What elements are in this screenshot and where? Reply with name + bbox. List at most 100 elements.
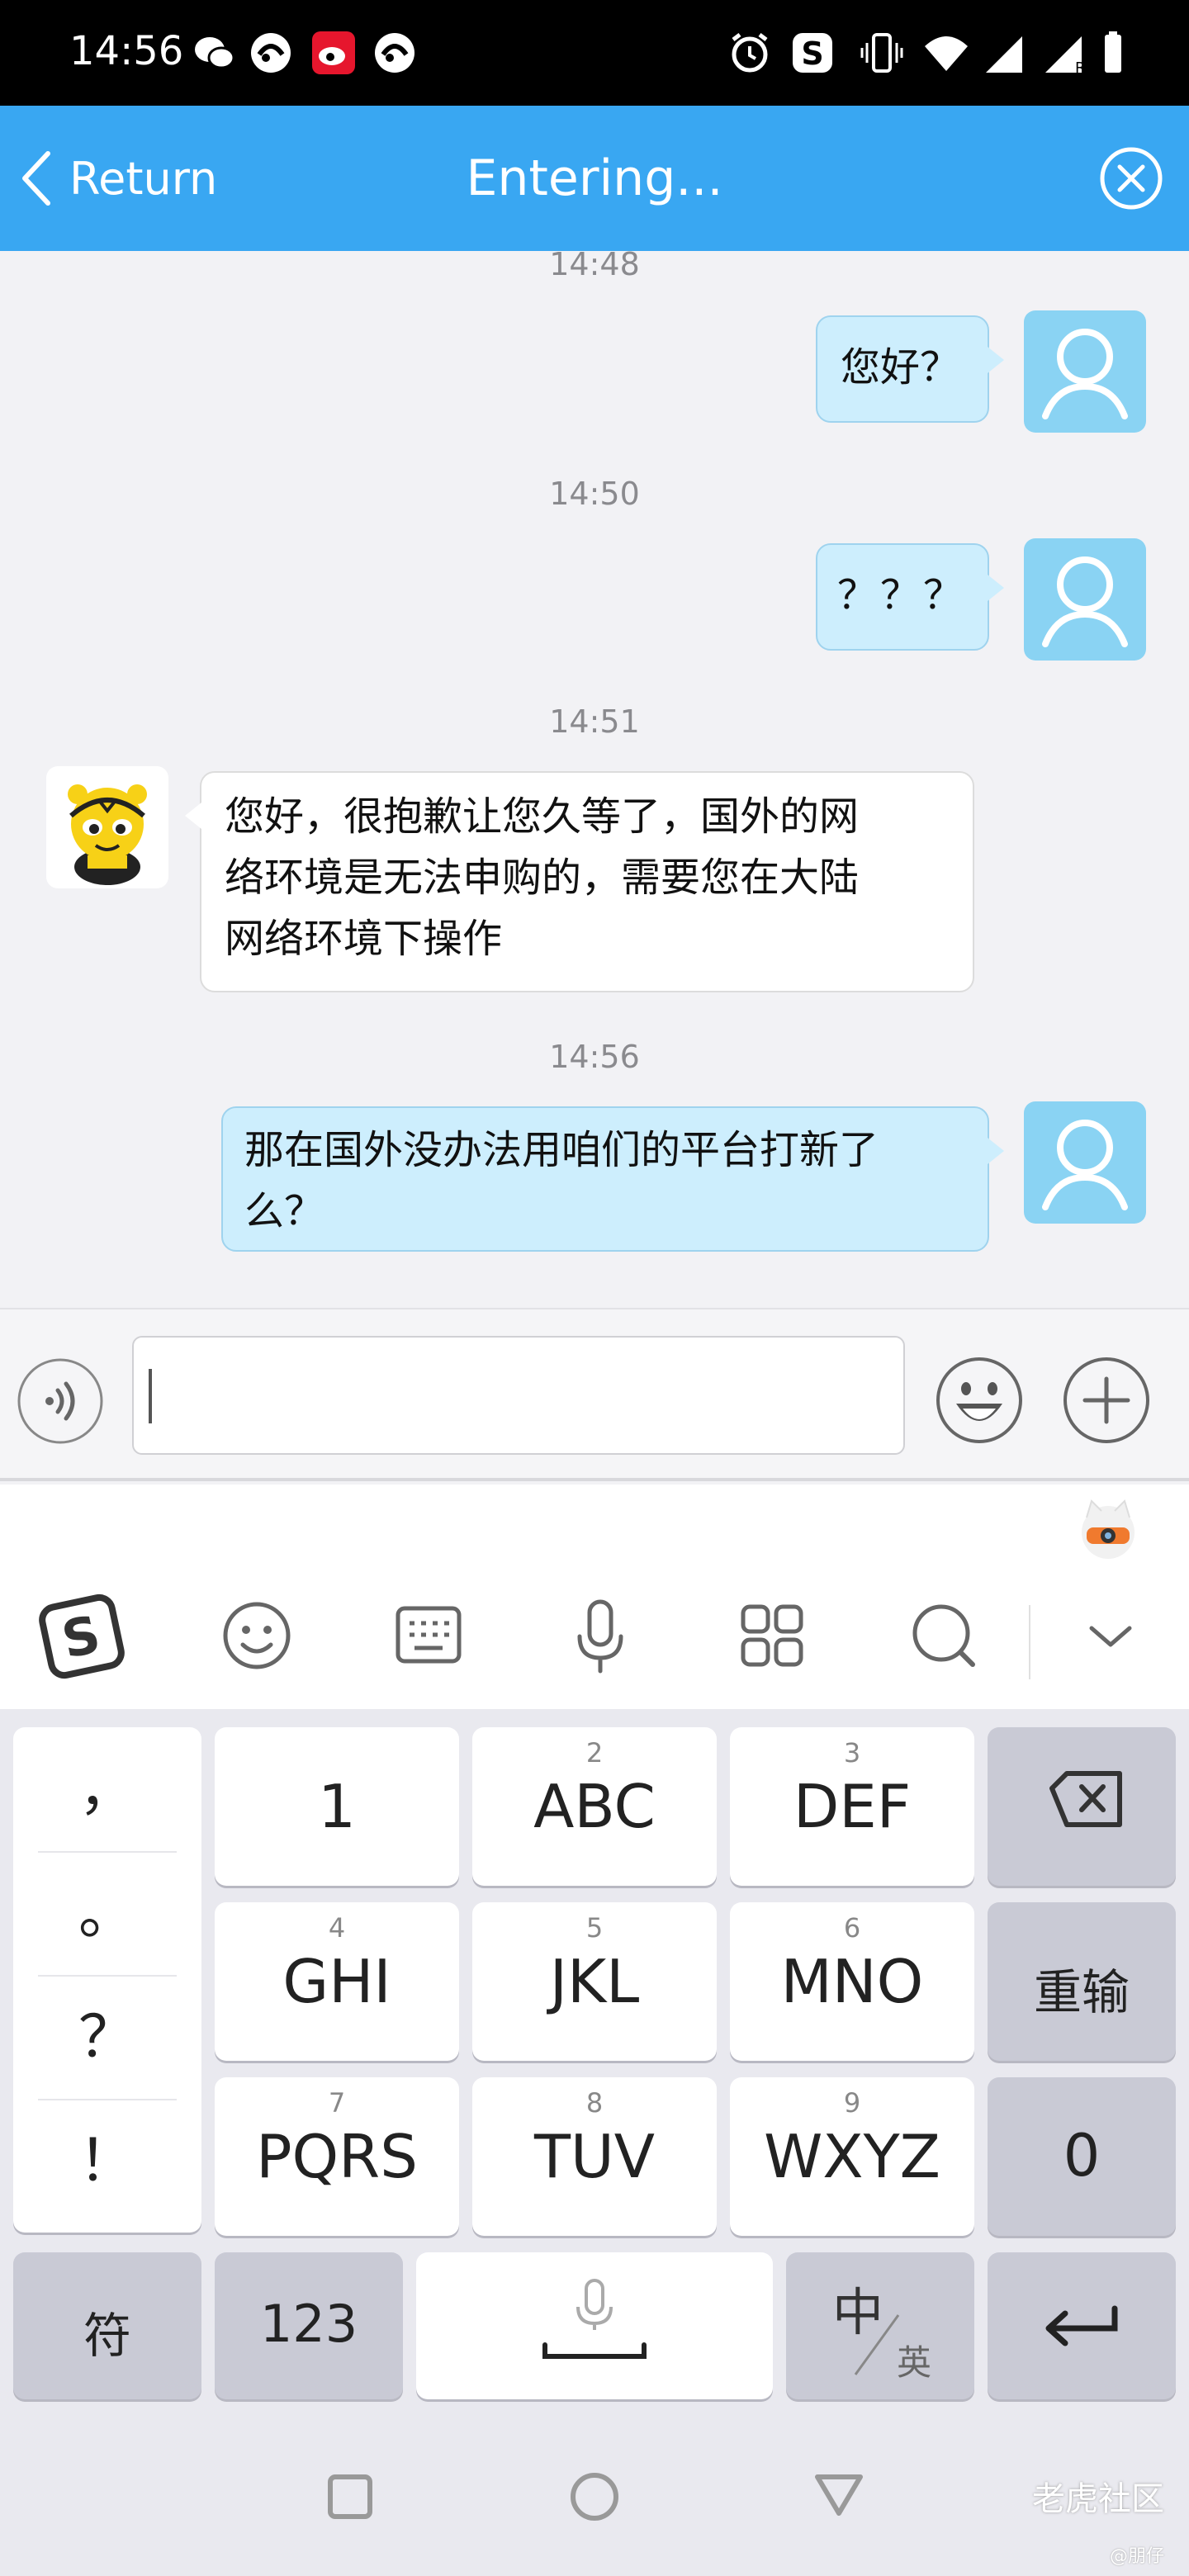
numbers-label: 123	[259, 2294, 358, 2354]
punct-key-period[interactable]: 。	[38, 1851, 177, 1975]
user-avatar-icon	[1042, 556, 1128, 647]
sogou-logo-icon[interactable]: S	[38, 1590, 129, 1681]
emoji-icon[interactable]	[935, 1356, 1024, 1445]
chevron-down-icon[interactable]	[1065, 1590, 1156, 1681]
t9-keyboard: ， 。 ？ ！ 1 2 ABC 3 DEF 4 GHI 5 JKL 6 MNO …	[0, 1709, 1189, 2417]
vibrate-icon	[860, 33, 903, 73]
key-sub-label: 8	[585, 2087, 604, 2119]
message-input-bar	[0, 1308, 1189, 1481]
chat-header: Return Entering...	[0, 106, 1189, 251]
message-timestamp: 14:51	[549, 703, 640, 740]
key-sub-label: 7	[328, 2087, 346, 2119]
weibo-icon	[312, 31, 355, 74]
message-text: 您好？	[841, 344, 960, 391]
key-main-label: WXYZ	[764, 2122, 940, 2191]
message-text-line: 网络环境下操作	[225, 916, 503, 962]
chevron-left-icon	[22, 151, 50, 206]
punct-key-question[interactable]: ？	[38, 1975, 177, 2099]
message-bubble-outgoing[interactable]: ？？？	[816, 543, 1004, 651]
key-main-label: DEF	[793, 1772, 912, 1841]
microphone-icon[interactable]	[555, 1590, 646, 1681]
app-notification-icon	[251, 33, 291, 73]
reinput-key[interactable]: 重输	[988, 1902, 1176, 2061]
app-notification-icon-2	[375, 33, 414, 73]
symbols-label: 符	[83, 2308, 131, 2364]
message-timestamp: 14:50	[549, 476, 640, 512]
home-icon[interactable]	[561, 2464, 628, 2530]
enter-icon	[1045, 2305, 1118, 2346]
ime-mascot-icon[interactable]	[1075, 1496, 1141, 1562]
backspace-icon	[1049, 1771, 1122, 1827]
sogou-status-icon: S	[793, 33, 832, 73]
key-3-def[interactable]: 3 DEF	[730, 1727, 974, 1886]
tiger-mascot-icon	[68, 784, 147, 885]
signal-icon	[986, 36, 1022, 73]
message-text-line: 络环境是无法申购的，需要您在大陆	[225, 855, 860, 901]
key-5-jkl[interactable]: 5 JKL	[472, 1902, 717, 2061]
message-bubble-outgoing[interactable]: 那在国外没办法用咱们的平台打新了 么？	[221, 1106, 1004, 1252]
agent-avatar[interactable]	[46, 766, 168, 888]
back-label: Return	[69, 152, 218, 205]
numbers-key[interactable]: 123	[215, 2252, 403, 2399]
wechat-icon	[195, 37, 235, 69]
key-sub-label: 5	[585, 1912, 604, 1944]
language-switch-key[interactable]: 中 英	[786, 2252, 974, 2399]
punct-key-comma[interactable]: ，	[38, 1727, 177, 1851]
backspace-key[interactable]	[988, 1727, 1176, 1886]
message-text-line: 那在国外没办法用咱们的平台打新了	[244, 1127, 879, 1173]
more-options-plus-icon[interactable]	[1062, 1356, 1151, 1445]
message-text: ？？？	[837, 572, 967, 618]
slash-divider	[854, 2314, 900, 2375]
message-bubble-outgoing[interactable]: 您好？	[816, 315, 1004, 423]
punct-key-exclamation[interactable]: ！	[38, 2099, 177, 2223]
key-0[interactable]: 0	[988, 2077, 1176, 2236]
key-2-abc[interactable]: 2 ABC	[472, 1727, 717, 1886]
user-avatar-icon	[1042, 1120, 1128, 1210]
app-grid-icon[interactable]	[727, 1590, 817, 1681]
key-sub-label: 3	[843, 1737, 861, 1769]
back-triangle-icon[interactable]	[806, 2464, 872, 2530]
message-timestamp: 14:48	[549, 251, 640, 282]
message-input[interactable]	[132, 1336, 905, 1455]
key-1[interactable]: 1	[215, 1727, 459, 1886]
user-avatar[interactable]	[1024, 1101, 1146, 1224]
key-main-label: JKL	[549, 1947, 640, 2016]
close-icon[interactable]	[1098, 145, 1164, 211]
reinput-label: 重输	[1033, 1964, 1130, 2020]
user-avatar[interactable]	[1024, 310, 1146, 433]
smiley-icon[interactable]	[211, 1590, 302, 1681]
svg-text:R: R	[1075, 59, 1086, 76]
key-main-label: GHI	[282, 1947, 391, 2016]
key-main-label: TUV	[534, 2122, 655, 2191]
watermark-sub: @朋仔	[1109, 2546, 1164, 2567]
key-sub-label: 9	[843, 2087, 861, 2119]
key-4-ghi[interactable]: 4 GHI	[215, 1902, 459, 2061]
wifi-icon	[925, 36, 968, 71]
key-sub-label: 4	[328, 1912, 346, 1944]
chat-area[interactable]: 14:48 您好？ 14:50 ？？？ 14:51 您好，很抱歉让您久等了，国外…	[0, 251, 1189, 1308]
message-text-line: 么？	[244, 1188, 324, 1234]
key-sub-label: 6	[843, 1912, 861, 1944]
key-6-mno[interactable]: 6 MNO	[730, 1902, 974, 2061]
space-key[interactable]	[416, 2252, 773, 2399]
status-bar: 14:56 S R	[0, 0, 1189, 106]
punctuation-column[interactable]: ， 。 ？ ！	[13, 1727, 201, 2233]
status-time: 14:56	[69, 28, 184, 74]
message-timestamp: 14:56	[549, 1039, 640, 1075]
user-avatar[interactable]	[1024, 538, 1146, 661]
recent-apps-icon[interactable]	[317, 2464, 383, 2530]
key-9-wxyz[interactable]: 9 WXYZ	[730, 2077, 974, 2236]
back-button[interactable]: Return	[17, 106, 217, 251]
system-navigation-bar: 老虎社区 @朋仔	[0, 2417, 1189, 2576]
ime-toolbar: S	[0, 1485, 1189, 1709]
svg-text:S: S	[801, 36, 823, 72]
key-7-pqrs[interactable]: 7 PQRS	[215, 2077, 459, 2236]
symbols-key[interactable]: 符	[13, 2252, 201, 2399]
voice-input-icon[interactable]	[17, 1357, 104, 1445]
message-bubble-incoming[interactable]: 您好，很抱歉让您久等了，国外的网 络环境是无法申购的，需要您在大陆 网络环境下操…	[185, 771, 974, 992]
message-text-line: 您好，很抱歉让您久等了，国外的网	[225, 793, 860, 840]
key-8-tuv[interactable]: 8 TUV	[472, 2077, 717, 2236]
keyboard-icon[interactable]	[383, 1590, 474, 1681]
search-icon[interactable]	[898, 1590, 989, 1681]
enter-key[interactable]	[988, 2252, 1176, 2399]
